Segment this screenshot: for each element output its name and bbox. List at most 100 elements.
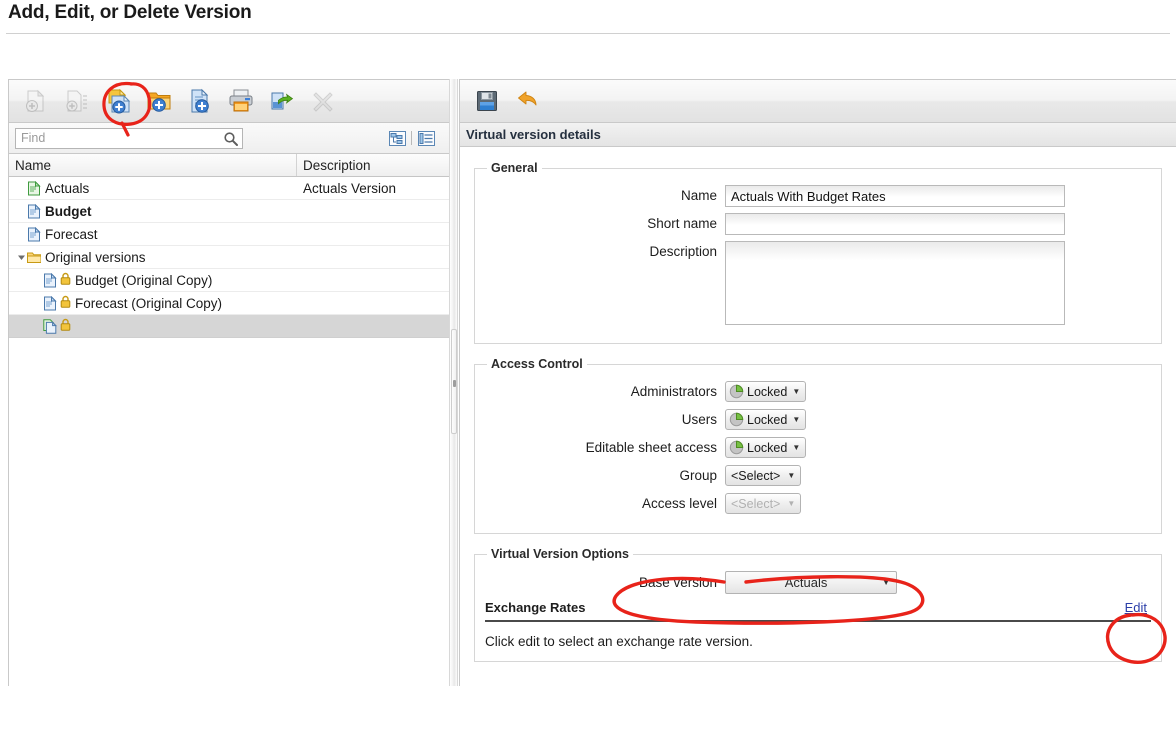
lock-pie-icon xyxy=(729,412,744,427)
document-blue-icon xyxy=(28,203,41,218)
base-version-dropdown[interactable]: Actuals ▼ xyxy=(725,571,897,594)
panel-splitter[interactable] xyxy=(449,79,458,686)
general-group: General Name Short name Description xyxy=(474,161,1162,344)
exchange-rates-note: Click edit to select an exchange rate ve… xyxy=(485,634,753,649)
new-document-button[interactable] xyxy=(181,84,219,118)
virtual-version-options-group: Virtual Version Options Base version Act… xyxy=(474,547,1162,662)
table-row[interactable]: Forecast (Original Copy) xyxy=(9,292,450,315)
name-field[interactable] xyxy=(725,185,1065,207)
general-legend: General xyxy=(491,161,538,175)
new-page-add-icon xyxy=(108,88,131,114)
administrators-row: Administrators Locked ▼ xyxy=(485,381,1151,403)
access-control-group: Access Control Administrators Locked ▼ U… xyxy=(474,357,1162,534)
printer-icon xyxy=(229,89,253,112)
splitter-handle[interactable] xyxy=(451,329,457,434)
users-value: Locked xyxy=(747,412,788,427)
column-header-name[interactable]: Name xyxy=(9,154,297,176)
add-version-disabled-button xyxy=(17,84,55,118)
editable-sheet-access-value: Locked xyxy=(747,440,788,455)
folder-add-icon xyxy=(147,92,171,112)
export-button[interactable] xyxy=(263,84,301,118)
administrators-lock-dropdown[interactable]: Locked ▼ xyxy=(725,381,807,402)
base-version-value: Actuals xyxy=(784,575,828,590)
users-lock-dropdown[interactable]: Locked ▼ xyxy=(725,409,807,430)
grid-header: Name Description xyxy=(9,154,450,177)
chevron-down-icon: ▼ xyxy=(787,498,796,508)
tree-row-label: Actuals xyxy=(45,180,90,196)
expand-collapse-icon[interactable] xyxy=(15,253,27,262)
table-row[interactable]: Actuals Actuals Version xyxy=(9,177,450,200)
document-green-icon xyxy=(28,180,41,195)
exchange-rates-divider xyxy=(485,620,1151,622)
print-button[interactable] xyxy=(222,84,260,118)
table-row[interactable]: Original versions xyxy=(9,246,450,269)
find-bar xyxy=(9,123,450,154)
access-level-value: <Select> xyxy=(731,496,781,511)
details-body: General Name Short name Description Acce… xyxy=(460,147,1176,729)
column-header-description[interactable]: Description xyxy=(297,154,450,176)
search-input[interactable] xyxy=(16,128,242,148)
tree-row-name-cell: Forecast xyxy=(9,226,297,242)
add-version-list-disabled-button xyxy=(58,84,96,118)
table-row[interactable]: Budget (Original Copy) xyxy=(9,269,450,292)
table-row[interactable] xyxy=(9,315,450,338)
details-panel: Virtual version details General Name Sho… xyxy=(459,79,1176,686)
folder-open-icon xyxy=(27,252,41,263)
chevron-down-icon: ▼ xyxy=(792,386,801,396)
document-add-icon xyxy=(191,88,209,113)
document-blue-icon xyxy=(44,272,57,287)
access-level-label: Access level xyxy=(641,496,717,511)
view-toggle-group xyxy=(387,129,444,147)
base-version-row: Base version Actuals ▼ xyxy=(485,571,1151,594)
description-field[interactable] xyxy=(725,241,1065,325)
list-view-icon xyxy=(417,130,435,146)
group-label: Group xyxy=(679,468,717,483)
name-row: Name xyxy=(485,185,1151,207)
tree-view-toggle[interactable] xyxy=(387,129,407,147)
table-row[interactable]: Forecast xyxy=(9,223,450,246)
copy-document-icon xyxy=(43,318,57,334)
save-floppy-icon xyxy=(477,91,497,111)
tree-row-name-cell xyxy=(9,318,297,334)
add-version-list-icon xyxy=(66,90,87,112)
editable-sheet-access-label: Editable sheet access xyxy=(585,440,717,455)
lock-pie-icon xyxy=(729,440,744,455)
administrators-value: Locked xyxy=(747,384,788,399)
table-row[interactable]: Budget xyxy=(9,200,450,223)
tree-row-label: Forecast (Original Copy) xyxy=(75,295,223,311)
new-folder-button[interactable] xyxy=(140,84,178,118)
edit-exchange-rates-link[interactable]: Edit xyxy=(1125,600,1147,615)
short-name-field[interactable] xyxy=(725,213,1065,235)
find-input-wrapper[interactable] xyxy=(15,127,243,152)
view-toggle-separator xyxy=(411,131,412,145)
tree-row-label: Budget xyxy=(45,203,92,219)
lock-pie-icon xyxy=(729,384,744,399)
description-label: Description xyxy=(649,244,717,259)
new-virtual-version-button[interactable] xyxy=(99,84,137,118)
chevron-down-icon: ▼ xyxy=(787,470,796,480)
page-title: Add, Edit, or Delete Version xyxy=(8,2,252,23)
version-toolbar xyxy=(9,80,450,123)
short-name-row: Short name xyxy=(485,213,1151,235)
editable-sheet-access-lock-dropdown[interactable]: Locked ▼ xyxy=(725,437,807,458)
group-dropdown[interactable]: <Select> ▼ xyxy=(725,465,802,486)
chevron-down-icon: ▼ xyxy=(882,577,890,587)
tree-view-icon xyxy=(388,130,406,146)
search-icon[interactable] xyxy=(223,131,239,152)
lock-icon xyxy=(60,318,71,334)
save-button[interactable] xyxy=(468,84,506,118)
base-version-label: Base version xyxy=(638,575,717,590)
tree-row-label: Forecast xyxy=(45,226,98,242)
tree-row-name-cell: Original versions xyxy=(9,250,297,265)
list-view-toggle[interactable] xyxy=(416,129,436,147)
editable-sheet-access-row: Editable sheet access Locked ▼ xyxy=(485,437,1151,459)
tree-row-label: Budget (Original Copy) xyxy=(75,272,213,288)
tree-row-name-cell: Forecast (Original Copy) xyxy=(9,295,297,311)
short-name-label: Short name xyxy=(647,216,717,231)
version-list-panel: Name Description Actuals Actuals Version B… xyxy=(8,79,451,686)
users-label: Users xyxy=(681,412,717,427)
undo-button[interactable] xyxy=(509,84,547,118)
tree-row-description-cell: Actuals Version xyxy=(303,180,397,196)
virtual-version-options-legend: Virtual Version Options xyxy=(491,547,629,561)
details-header-title: Virtual version details xyxy=(460,123,1176,147)
